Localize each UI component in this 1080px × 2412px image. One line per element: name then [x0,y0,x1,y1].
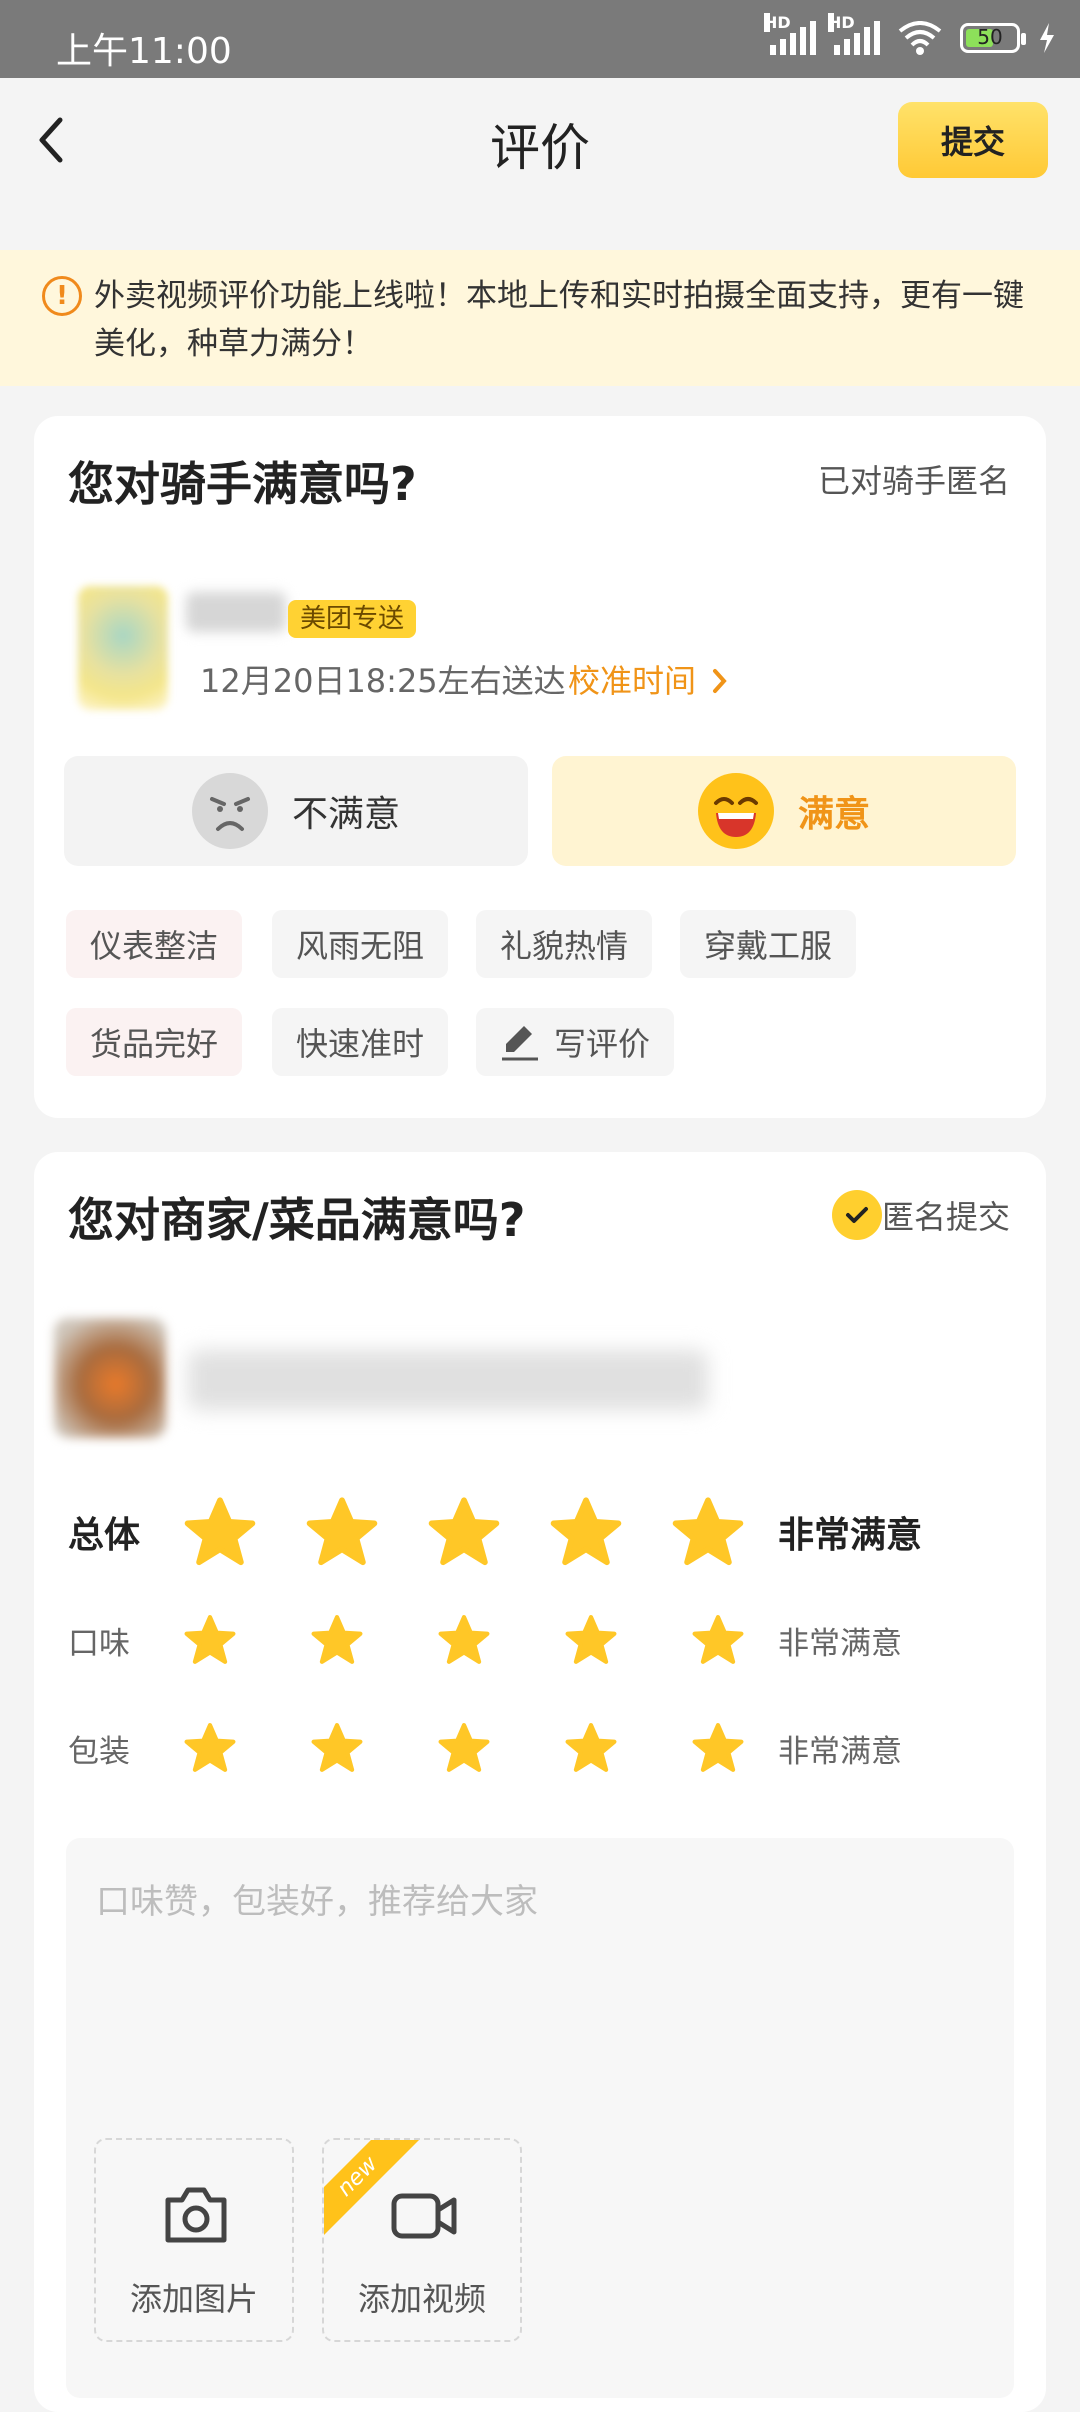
rider-tag[interactable]: 风雨无阻 [272,910,449,978]
merchant-review-card: 您对商家/菜品满意吗? 匿名提交 总体 非常满意 口味 非常满意 包装 非常满意… [34,1152,1046,2412]
battery-icon: 50 [960,23,1026,53]
satisfied-label: 满意 [797,794,870,835]
rider-tag[interactable]: 快速准时 [272,1008,449,1076]
star-rating[interactable] [184,1614,744,1666]
rider-avatar [78,586,168,710]
rating-label: 包装 [68,1733,130,1770]
write-review-button[interactable]: 写评价 [476,1008,675,1076]
camera-icon [165,2187,227,2243]
rating-text: 非常满意 [778,1625,902,1662]
rider-tag[interactable]: 货品完好 [66,1008,243,1076]
calibrate-time-link[interactable]: 校准时间 [568,656,730,702]
star-rating[interactable] [184,1722,744,1774]
calibrate-time-label: 校准时间 [568,662,697,700]
write-review-label: 写评价 [554,1025,651,1063]
add-video-label: 添加视频 [357,2280,486,2318]
comment-input[interactable]: 口味赞，包装好，推荐给大家 添加图片 new 添加视频 [66,1838,1014,2398]
star-icon[interactable] [438,1614,490,1666]
rating-text: 非常满意 [778,1515,923,1556]
star-icon[interactable] [184,1496,256,1568]
check-icon [846,1207,868,1223]
anonymous-submit-label[interactable]: 匿名提交 [882,1192,1010,1238]
add-photo-label: 添加图片 [129,2280,258,2318]
star-icon[interactable] [184,1614,236,1666]
video-camera-icon [391,2193,457,2239]
nav-bar: 评价 提交 [0,78,1080,202]
delivery-badge: 美团专送 [288,600,417,638]
shop-image [54,1318,166,1438]
rating-row-packaging: 包装 非常满意 [68,1708,1012,1788]
happy-face-icon [697,773,774,849]
warning-icon: ! [42,276,82,316]
star-icon[interactable] [311,1614,363,1666]
star-icon[interactable] [428,1496,500,1568]
rider-tag[interactable]: 礼貌热情 [476,910,653,978]
rider-name-blurred [186,592,286,632]
sad-face-icon [191,773,268,849]
star-icon[interactable] [311,1722,363,1774]
dissatisfied-button[interactable]: 不满意 [64,756,528,866]
rating-label: 口味 [68,1625,130,1662]
status-time: 上午11:00 [56,31,232,72]
dissatisfied-label: 不满意 [291,794,400,835]
rating-row-overall: 总体 非常满意 [68,1492,1012,1572]
star-icon[interactable] [306,1496,378,1568]
anonymous-checkbox[interactable] [832,1190,882,1240]
star-icon[interactable] [184,1722,236,1774]
charging-icon [1040,23,1054,53]
signal-icon-2: HD [828,13,880,55]
star-icon[interactable] [672,1496,744,1568]
delivery-time: 12月20日18:25左右送达 [200,662,566,700]
star-icon[interactable] [438,1722,490,1774]
rider-section-title: 您对骑手满意吗? [68,457,417,511]
merchant-section-title: 您对商家/菜品满意吗? [68,1193,526,1247]
shop-name-blurred [188,1350,708,1410]
rider-anonymous-label: 已对骑手匿名 [817,462,1010,500]
rider-review-card: 您对骑手满意吗? 已对骑手匿名 美团专送 12月20日18:25左右送达 校准时… [34,416,1046,1118]
chevron-right-icon [713,669,727,693]
wifi-icon [898,21,942,55]
star-icon[interactable] [692,1614,744,1666]
star-icon[interactable] [565,1614,617,1666]
satisfied-button[interactable]: 满意 [552,756,1016,866]
comment-placeholder: 口味赞，包装好，推荐给大家 [96,1882,538,1922]
star-rating[interactable] [184,1496,744,1568]
rating-text: 非常满意 [778,1733,902,1770]
star-icon[interactable] [565,1722,617,1774]
add-photo-button[interactable]: 添加图片 [94,2138,294,2342]
signal-icon: HD [764,13,816,55]
star-icon[interactable] [550,1496,622,1568]
rating-label: 总体 [68,1515,141,1556]
submit-button[interactable]: 提交 [898,102,1048,178]
star-icon[interactable] [692,1722,744,1774]
notice-banner: ! 外卖视频评价功能上线啦！本地上传和实时拍摄全面支持，更有一键美化，种草力满分… [0,250,1080,386]
add-video-button[interactable]: new 添加视频 [322,2138,522,2342]
pencil-icon [502,1026,538,1061]
battery-level: 50 [977,25,1003,49]
rider-tag[interactable]: 穿戴工服 [680,910,857,978]
rating-row-taste: 口味 非常满意 [68,1600,1012,1680]
status-icons: HD HD 50 [764,13,1056,58]
notice-text: 外卖视频评价功能上线啦！本地上传和实时拍摄全面支持，更有一键美化，种草力满分！ [94,278,1024,362]
status-bar: 上午11:00 HD HD 50 [0,0,1080,78]
rider-tag[interactable]: 仪表整洁 [66,910,243,978]
